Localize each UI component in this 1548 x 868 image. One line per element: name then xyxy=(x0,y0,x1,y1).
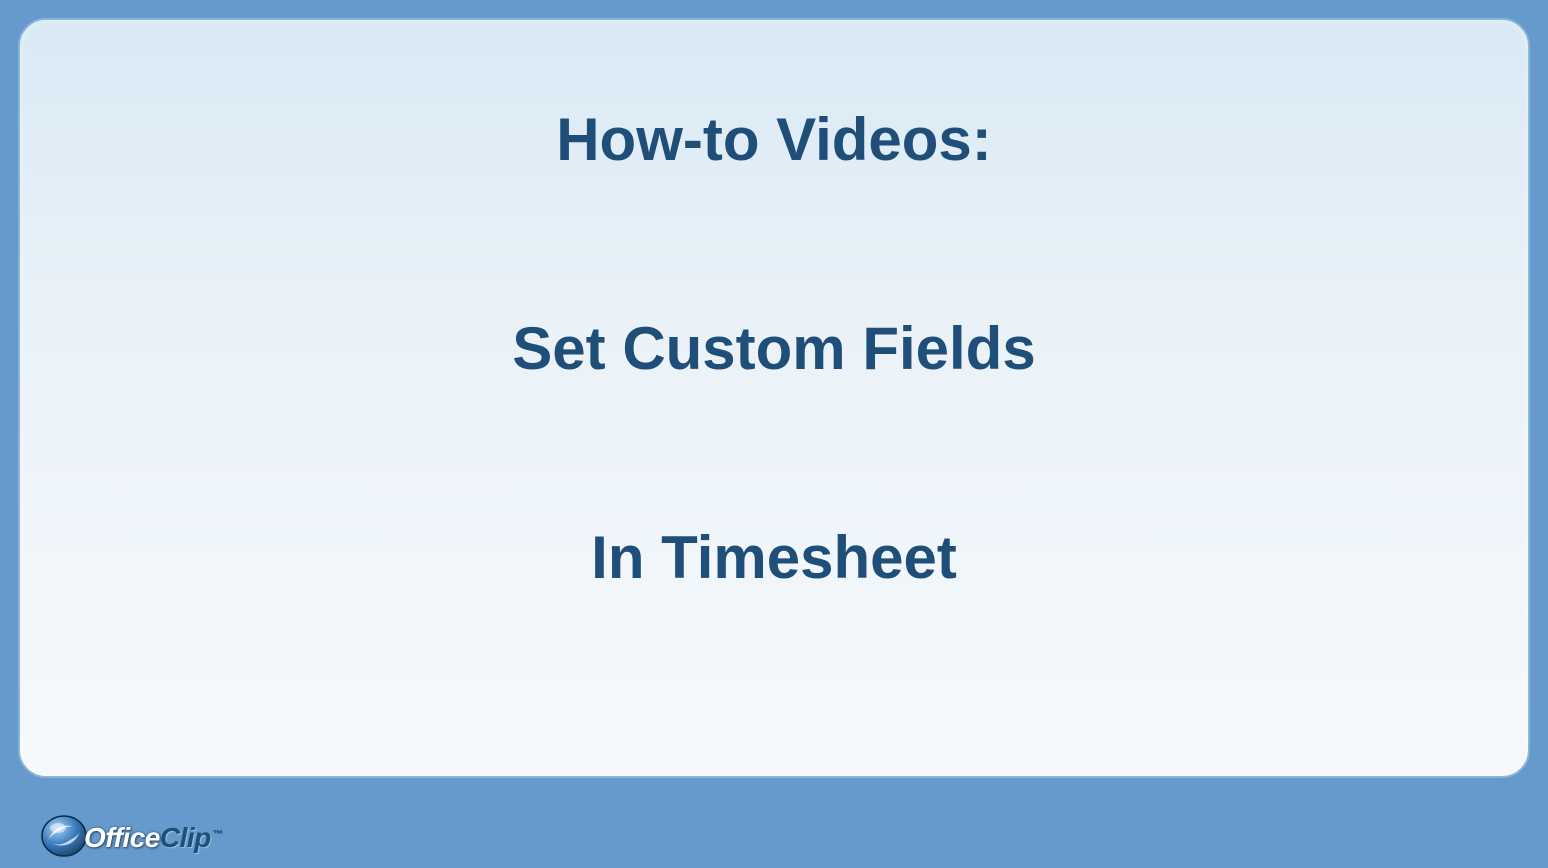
title-line-1: How-to Videos: xyxy=(556,105,992,174)
content-panel: How-to Videos: Set Custom Fields In Time… xyxy=(18,18,1530,778)
logo-text: OfficeClip™ xyxy=(84,822,222,854)
title-line-2: Set Custom Fields xyxy=(512,314,1035,383)
title-line-3: In Timesheet xyxy=(591,523,957,592)
officeclip-logo: OfficeClip™ xyxy=(40,810,222,858)
logo-swirl-icon xyxy=(40,810,88,858)
logo-text-clip: Clip xyxy=(160,822,211,853)
logo-trademark: ™ xyxy=(213,829,223,840)
slide-frame: How-to Videos: Set Custom Fields In Time… xyxy=(0,0,1548,868)
logo-text-office: Office xyxy=(84,822,160,853)
